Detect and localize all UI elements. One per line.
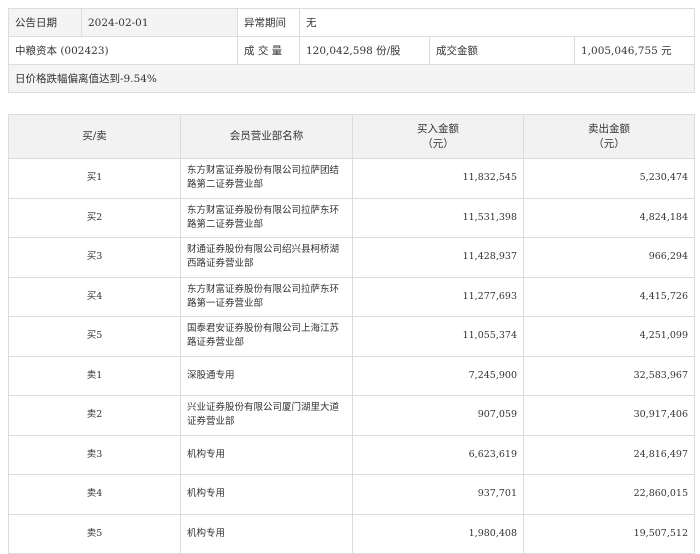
side-cell: 卖1 xyxy=(8,355,181,396)
header-side: 买/卖 xyxy=(8,114,181,159)
table-header-row: 买/卖 会员营业部名称 买入金额 （元） 卖出金额 （元） xyxy=(8,114,695,159)
sell-amount-cell: 5,230,474 xyxy=(523,158,695,199)
amount-value: 1,005,046,755 元 xyxy=(573,36,696,65)
announce-date-value: 2024-02-01 xyxy=(81,8,238,37)
table-row: 卖4 机构专用 937,701 22,860,015 xyxy=(8,474,695,515)
announcement-info-table: 公告日期 2024-02-01 异常期间 无 中粮资本 (002423) 成 交… xyxy=(7,8,696,93)
sell-amount-cell: 966,294 xyxy=(523,237,695,278)
volume-value: 120,042,598 份/股 xyxy=(299,36,430,65)
buy-amount-cell: 11,055,374 xyxy=(352,316,524,357)
side-cell: 买3 xyxy=(8,237,181,278)
table-body: 买1 东方财富证券股份有限公司拉萨团结路第二证券营业部 11,832,545 5,23… xyxy=(8,158,695,554)
volume-label: 成 交 量 xyxy=(237,36,300,65)
trading-seats-table: 买/卖 会员营业部名称 买入金额 （元） 卖出金额 （元） 买1 东方财富证券股份有限… xyxy=(8,114,695,554)
header-buy-unit: （元） xyxy=(422,137,454,150)
sell-amount-cell: 4,251,099 xyxy=(523,316,695,357)
buy-amount-cell: 11,277,693 xyxy=(352,276,524,317)
sell-amount-cell: 24,816,497 xyxy=(523,434,695,475)
abnormal-period-value: 无 xyxy=(298,8,696,37)
dept-cell: 东方财富证券股份有限公司拉萨团结路第二证券营业部 xyxy=(180,158,353,199)
header-dept: 会员营业部名称 xyxy=(180,114,353,159)
side-cell: 卖2 xyxy=(8,395,181,436)
header-sell-unit: （元） xyxy=(593,137,625,150)
sell-amount-cell: 30,917,406 xyxy=(523,395,695,436)
table-row: 卖2 兴业证券股份有限公司厦门湖里大道证券营业部 907,059 30,917,406 xyxy=(8,395,695,436)
table-row: 买2 东方财富证券股份有限公司拉萨东环路第二证券营业部 11,531,398 4,82… xyxy=(8,197,695,238)
side-cell: 买2 xyxy=(8,197,181,238)
buy-amount-cell: 1,980,408 xyxy=(352,513,524,554)
sell-amount-cell: 19,507,512 xyxy=(523,513,695,554)
dept-cell: 东方财富证券股份有限公司拉萨东环路第二证券营业部 xyxy=(180,197,353,238)
buy-amount-cell: 937,701 xyxy=(352,474,524,515)
dept-cell: 机构专用 xyxy=(180,434,353,475)
header-sell-title: 卖出金额 xyxy=(588,122,630,135)
table-row: 卖1 深股通专用 7,245,900 32,583,967 xyxy=(8,355,695,396)
side-cell: 卖4 xyxy=(8,474,181,515)
header-sell-amount: 卖出金额 （元） xyxy=(523,114,695,159)
table-row: 卖3 机构专用 6,623,619 24,816,497 xyxy=(8,434,695,475)
amount-label: 成交金额 xyxy=(429,36,575,65)
table-row: 买3 财通证券股份有限公司绍兴县柯桥湖西路证券营业部 11,428,937 966,2… xyxy=(8,237,695,278)
reason-text: 日价格跌幅偏离值达到-9.54% xyxy=(7,64,696,93)
buy-amount-cell: 6,623,619 xyxy=(352,434,524,475)
info-row-reason: 日价格跌幅偏离值达到-9.54% xyxy=(7,64,696,93)
dept-cell: 国泰君安证券股份有限公司上海江苏路证券营业部 xyxy=(180,316,353,357)
header-buy-amount: 买入金额 （元） xyxy=(352,114,524,159)
table-row: 买5 国泰君安证券股份有限公司上海江苏路证券营业部 11,055,374 4,251,… xyxy=(8,316,695,357)
side-cell: 卖5 xyxy=(8,513,181,554)
side-cell: 买5 xyxy=(8,316,181,357)
side-cell: 卖3 xyxy=(8,434,181,475)
table-row: 买1 东方财富证券股份有限公司拉萨团结路第二证券营业部 11,832,545 5,23… xyxy=(8,158,695,199)
buy-amount-cell: 11,832,545 xyxy=(352,158,524,199)
stock-name: 中粮资本 (002423) xyxy=(8,36,238,65)
table-row: 卖5 机构专用 1,980,408 19,507,512 xyxy=(8,513,695,554)
announce-date-label: 公告日期 xyxy=(8,8,82,37)
table-row: 买4 东方财富证券股份有限公司拉萨东环路第一证券营业部 11,277,693 4,41… xyxy=(8,276,695,317)
buy-amount-cell: 11,531,398 xyxy=(352,197,524,238)
dept-cell: 机构专用 xyxy=(180,513,353,554)
buy-amount-cell: 7,245,900 xyxy=(352,355,524,396)
sell-amount-cell: 4,824,184 xyxy=(523,197,695,238)
side-cell: 买4 xyxy=(8,276,181,317)
sell-amount-cell: 22,860,015 xyxy=(523,474,695,515)
dept-cell: 财通证券股份有限公司绍兴县柯桥湖西路证券营业部 xyxy=(180,237,353,278)
header-buy-title: 买入金额 xyxy=(417,122,459,135)
dept-cell: 深股通专用 xyxy=(180,355,353,396)
dept-cell: 机构专用 xyxy=(180,474,353,515)
sell-amount-cell: 4,415,726 xyxy=(523,276,695,317)
abnormal-period-label: 异常期间 xyxy=(237,8,300,37)
sell-amount-cell: 32,583,967 xyxy=(523,355,695,396)
buy-amount-cell: 907,059 xyxy=(352,395,524,436)
side-cell: 买1 xyxy=(8,158,181,199)
info-row-volume: 中粮资本 (002423) 成 交 量 120,042,598 份/股 成交金额… xyxy=(8,36,696,65)
info-row-date: 公告日期 2024-02-01 异常期间 无 xyxy=(8,8,696,37)
dept-cell: 兴业证券股份有限公司厦门湖里大道证券营业部 xyxy=(180,395,353,436)
buy-amount-cell: 11,428,937 xyxy=(352,237,524,278)
dept-cell: 东方财富证券股份有限公司拉萨东环路第一证券营业部 xyxy=(180,276,353,317)
